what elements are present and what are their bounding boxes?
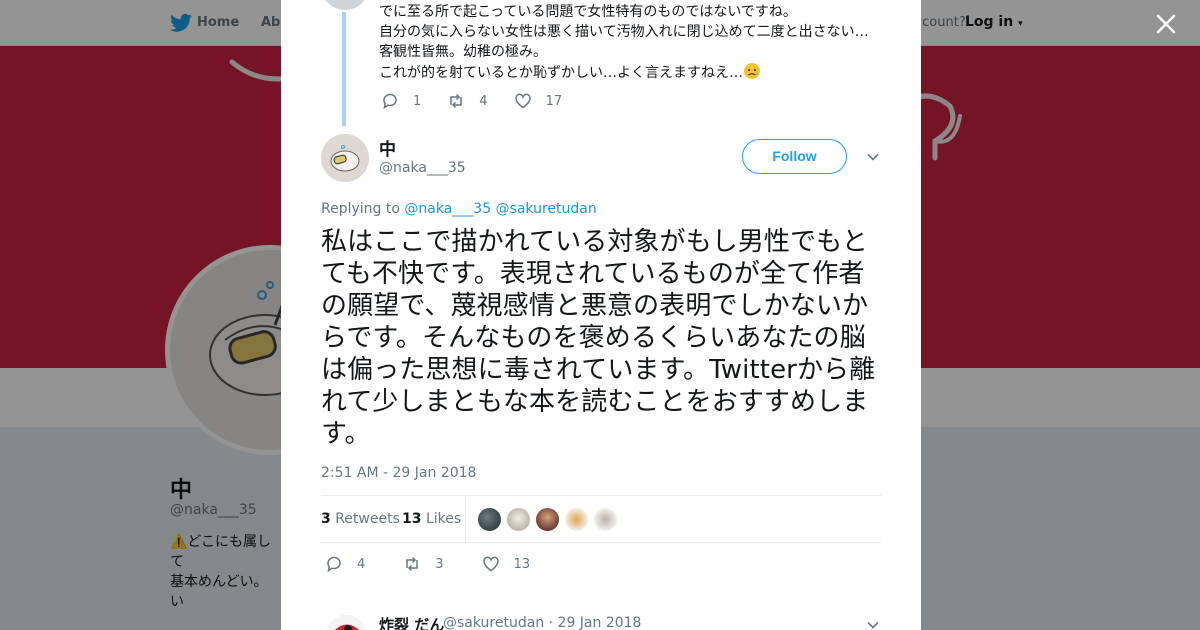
- tweet-text: 私はここで描かれている対象がもし男性でもとても不快です。表現されているものが全て…: [321, 227, 876, 449]
- liker-avatar[interactable]: [564, 507, 589, 532]
- liker-avatar[interactable]: [506, 507, 531, 532]
- tweet-actions: 4 3 13: [325, 555, 568, 573]
- liker-avatar[interactable]: [477, 507, 502, 532]
- tweet-timestamp[interactable]: 2:51 AM - 29 Jan 2018: [321, 465, 476, 481]
- like-count: 13: [513, 556, 531, 572]
- reply-date[interactable]: · 29 Jan 2018: [549, 615, 642, 630]
- previous-tweet-line: 客観性皆無。幼稚の極み。: [379, 44, 547, 60]
- tweet-stats: 3 Retweets 13 Likes: [321, 495, 881, 543]
- replying-to-mention[interactable]: @sakuretudan: [496, 201, 597, 217]
- reply-author-name[interactable]: 炸裂 だん: [379, 614, 444, 630]
- retweet-button[interactable]: 4: [447, 92, 488, 110]
- reply-author-handle[interactable]: @sakuretudan: [443, 615, 544, 630]
- reply-author-meta: @sakuretudan · 29 Jan 2018: [443, 615, 641, 630]
- previous-tweet-text: でに至る所で起こっている問題で女性特有のものではないですね。 自分の気に入らない…: [379, 2, 879, 83]
- like-button[interactable]: 13: [482, 555, 531, 573]
- reply-count: 4: [357, 556, 366, 572]
- chevron-down-icon[interactable]: [865, 150, 881, 164]
- previous-tweet-line: これが的を射ているとか恥ずかしい…よく言えますねえ…: [379, 65, 743, 81]
- replying-to-mention[interactable]: @naka___35: [404, 201, 491, 217]
- like-count: 17: [545, 93, 563, 109]
- replying-to-line: Replying to @naka___35 @sakuretudan: [321, 201, 597, 217]
- reply-icon: [383, 93, 397, 110]
- reply-button[interactable]: 1: [381, 92, 421, 110]
- reply-author-avatar[interactable]: [326, 615, 366, 630]
- reply-author-avatar-illustration: [326, 615, 366, 630]
- tweet-author-handle[interactable]: @naka___35: [379, 160, 466, 176]
- chevron-down-icon[interactable]: [865, 618, 881, 630]
- likes-stat[interactable]: 13 Likes: [402, 511, 461, 527]
- previous-tweet-line: でに至る所で起こっている問題で女性特有のものではないですね。: [379, 4, 797, 20]
- replying-to-prefix: Replying to: [321, 201, 400, 217]
- retweet-button[interactable]: 3: [403, 555, 444, 573]
- likes-stat-label: Likes: [425, 511, 462, 527]
- conversation-thread-line: [342, 12, 346, 126]
- like-icon: [514, 93, 531, 109]
- retweets-stat-count: 3: [321, 511, 331, 527]
- reply-icon: [327, 556, 341, 573]
- previous-tweet-line-with-emoji: これが的を射ているとか恥ずかしい…よく言えますねえ…: [379, 62, 879, 83]
- tweet-author-avatar[interactable]: [321, 134, 369, 182]
- retweet-icon: [406, 556, 419, 572]
- retweets-stat[interactable]: 3 Retweets: [321, 511, 400, 527]
- author-avatar-illustration: [321, 134, 369, 182]
- retweet-count: 3: [435, 556, 444, 572]
- tweet-permalink-modal: でに至る所で起こっている問題で女性特有のものではないですね。 自分の気に入らない…: [281, 0, 921, 630]
- reply-button[interactable]: 4: [325, 555, 365, 573]
- retweet-count: 4: [479, 93, 488, 109]
- close-icon[interactable]: [1152, 10, 1180, 38]
- previous-tweet-avatar[interactable]: [321, 0, 369, 10]
- previous-tweet-line: 自分の気に入らない女性は悪く描いて汚物入れに閉じ込めて二度と出さない…: [379, 24, 869, 40]
- reply-count: 1: [413, 93, 422, 109]
- liker-avatar[interactable]: [593, 507, 618, 532]
- previous-tweet-actions: 1 4 17: [381, 92, 588, 110]
- retweets-stat-label: Retweets: [335, 511, 400, 527]
- like-button[interactable]: 17: [514, 92, 563, 110]
- liker-avatar[interactable]: [535, 507, 560, 532]
- tweet-author-name[interactable]: 中: [379, 135, 396, 160]
- stats-divider: [465, 496, 466, 542]
- retweet-icon: [450, 93, 463, 109]
- like-icon: [482, 556, 499, 572]
- sad-face-emoji-icon: [744, 63, 760, 79]
- likes-stat-count: 13: [402, 511, 422, 527]
- follow-button[interactable]: Follow: [742, 139, 847, 174]
